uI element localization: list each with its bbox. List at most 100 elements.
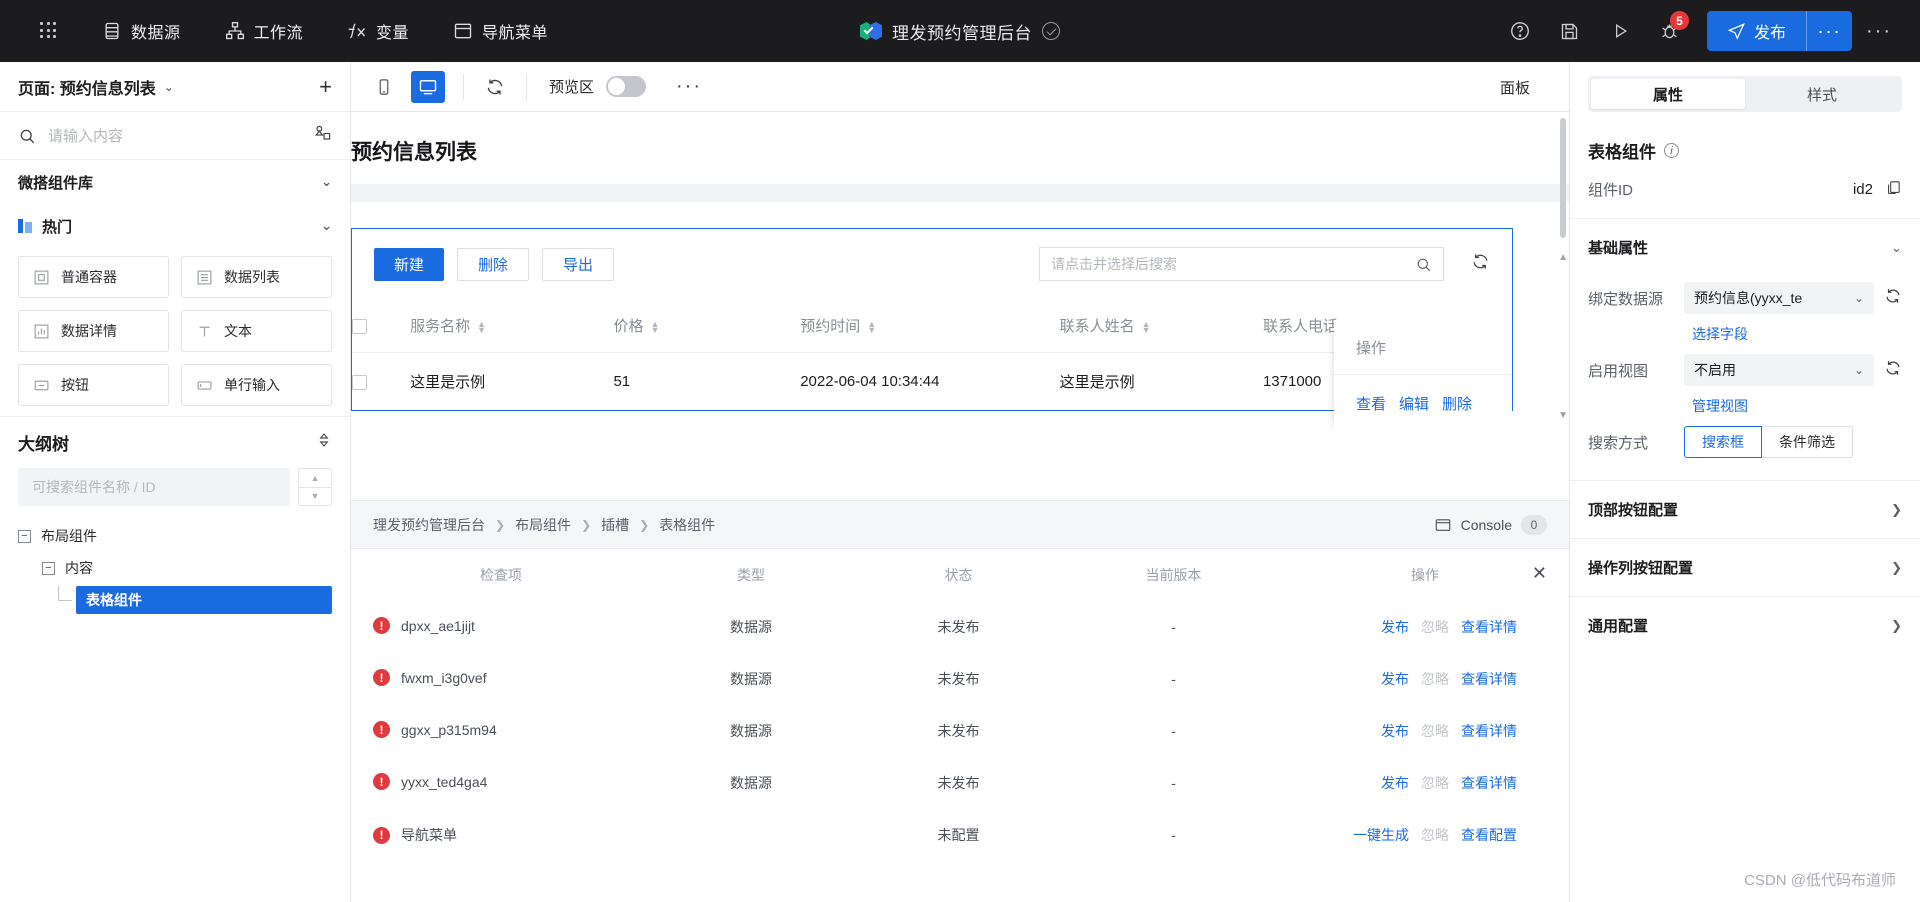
component-card-text[interactable]: 文本 [181,310,332,352]
console-action-detail[interactable]: 查看详情 [1461,773,1517,793]
outline-prev-button[interactable]: ▲ [299,469,331,488]
canvas-refresh-button[interactable] [464,77,526,97]
console-action-publish[interactable]: 发布 [1381,669,1409,689]
console-tab[interactable]: Console 0 [1434,514,1547,535]
component-card-input[interactable]: 单行输入 [181,364,332,406]
tab-properties[interactable]: 属性 [1591,79,1745,109]
column-appointment-time[interactable]: 预约时间 ▲ ▼ [800,299,1060,353]
table-delete-button[interactable]: 删除 [457,247,530,281]
console-action-detail[interactable]: 查看详情 [1461,617,1517,637]
column-service-name[interactable]: 服务名称 ▲ ▼ [410,299,614,353]
table-export-button[interactable]: 导出 [542,247,615,281]
canvas-scrollbar-thumb[interactable] [1560,118,1566,238]
panel-toggle-button[interactable]: 面板 [1500,62,1530,112]
row-action-edit[interactable]: 编辑 [1399,393,1429,414]
outline-search-input[interactable]: 可搜索组件名称 / ID [18,468,290,506]
component-search[interactable]: 请输入内容 [0,112,350,160]
expand-collapse-icon[interactable] [316,432,332,453]
custom-component-icon[interactable] [313,124,332,148]
breadcrumb-item-layout[interactable]: 布局组件 [515,515,571,535]
sort-icon[interactable]: ▲ ▼ [650,320,659,335]
table-search-placeholder: 请点击并选择后搜索 [1051,256,1177,272]
help-button[interactable] [1495,0,1545,62]
preview-run-button[interactable] [1595,0,1645,62]
component-card-container-label: 普通容器 [61,269,117,285]
component-card-container[interactable]: 普通容器 [18,256,169,298]
console-action-view-config[interactable]: 查看配置 [1461,825,1517,845]
console-action-generate[interactable]: 一键生成 [1353,825,1409,845]
sort-icon[interactable]: ▲ ▼ [867,320,876,335]
console-row-type: 数据源 [730,619,772,635]
debug-button[interactable]: 5 [1645,0,1695,62]
scroll-up-arrow-icon[interactable]: ▲ [1558,252,1568,263]
scroll-down-arrow-icon[interactable]: ▼ [1558,410,1568,421]
tree-node-table[interactable]: 表格组件 [0,584,350,616]
component-card-datadetail[interactable]: 数据详情 [18,310,169,352]
collapse-box-icon[interactable]: − [18,529,31,543]
tree-node-content[interactable]: − 内容 [0,552,350,584]
info-icon[interactable]: i [1664,143,1679,158]
nav-item-datasource[interactable]: 数据源 [80,0,203,62]
search-mode-option-searchbox[interactable]: 搜索框 [1684,426,1762,458]
breadcrumb-item-slot[interactable]: 插槽 [601,515,629,535]
nav-item-variable[interactable]: 变量 [325,0,431,62]
tree-node-layout[interactable]: − 布局组件 [0,520,350,552]
enable-view-refresh-button[interactable] [1884,359,1902,382]
console-action-detail[interactable]: 查看详情 [1461,669,1517,689]
collapse-box-icon[interactable]: − [42,561,55,575]
topbar-overflow-button[interactable]: ··· [1852,0,1906,62]
console-action-publish[interactable]: 发布 [1381,773,1409,793]
breadcrumb-separator-icon: ❯ [639,517,650,532]
publish-button[interactable]: 发布 [1707,11,1806,51]
select-all-checkbox[interactable] [352,318,367,334]
device-desktop-button[interactable] [411,70,445,103]
canvas-scrollbar[interactable] [1559,118,1567,366]
section-action-column-buttons[interactable]: 操作列按钮配置 ❯ [1570,541,1920,594]
manage-view-link[interactable]: 管理视图 [1570,394,1920,418]
column-contact-name[interactable]: 联系人姓名 ▲ ▼ [1059,299,1263,353]
console-action-publish[interactable]: 发布 [1381,617,1409,637]
save-button[interactable] [1545,0,1595,62]
nav-item-navmenu[interactable]: 导航菜单 [431,0,570,62]
console-action-publish[interactable]: 发布 [1381,721,1409,741]
section-base-properties[interactable]: 基础属性 ⌄ [1570,221,1920,274]
nav-item-workflow[interactable]: 工作流 [203,0,326,62]
table-refresh-button[interactable] [1471,252,1490,276]
column-price[interactable]: 价格 ▲ ▼ [613,299,801,353]
sort-icon[interactable]: ▲ ▼ [1142,320,1151,335]
page-selector[interactable]: 页面: 预约信息列表 ⌄ + [0,62,350,112]
row-action-view[interactable]: 查看 [1356,393,1386,414]
desktop-icon [419,79,437,94]
sort-icon[interactable]: ▲ ▼ [477,320,486,335]
add-page-button[interactable]: + [319,75,332,98]
table-search-input[interactable]: 请点击并选择后搜索 [1039,247,1444,281]
breadcrumb-item-table[interactable]: 表格组件 [659,515,715,535]
preview-area-switch[interactable] [606,76,647,97]
row-checkbox[interactable] [352,374,367,390]
enable-view-select[interactable]: 不启用 ⌄ [1684,354,1874,386]
datasource-refresh-button[interactable] [1884,287,1902,310]
component-group-hot[interactable]: 热门 ⌄ [0,204,350,248]
component-card-datalist[interactable]: 数据列表 [181,256,332,298]
select-fields-link[interactable]: 选择字段 [1570,322,1920,346]
table-new-button[interactable]: 新建 [374,247,445,281]
console-close-button[interactable]: ✕ [1532,563,1547,584]
canvas-more-button[interactable]: ··· [668,75,710,98]
tab-styles[interactable]: 样式 [1745,79,1899,109]
section-common-config[interactable]: 通用配置 ❯ [1570,599,1920,652]
datasource-select[interactable]: 预约信息(yyxx_te ⌄ [1684,282,1874,314]
device-mobile-button[interactable] [367,71,401,103]
row-action-delete[interactable]: 删除 [1442,393,1472,414]
outline-next-button[interactable]: ▼ [299,488,331,506]
search-mode-option-filter[interactable]: 条件筛选 [1762,426,1853,458]
copy-icon[interactable] [1885,179,1902,200]
console-action-detail[interactable]: 查看详情 [1461,721,1517,741]
section-top-buttons[interactable]: 顶部按钮配置 ❯ [1570,483,1920,536]
breadcrumb-item-app[interactable]: 理发预约管理后台 [373,515,485,535]
apps-launcher-button[interactable] [18,0,80,62]
component-card-button[interactable]: 按钮 [18,364,169,406]
tree-node-content-label: 内容 [65,560,93,576]
table-component[interactable]: 新建 删除 导出 请点击并选择后搜索 服务名称 ▲ ▼ 价格 ▲ ▼ 预约时间 … [351,228,1513,432]
component-library-header[interactable]: 微搭组件库 ⌄ [0,160,350,204]
publish-more-button[interactable]: ··· [1806,11,1852,51]
